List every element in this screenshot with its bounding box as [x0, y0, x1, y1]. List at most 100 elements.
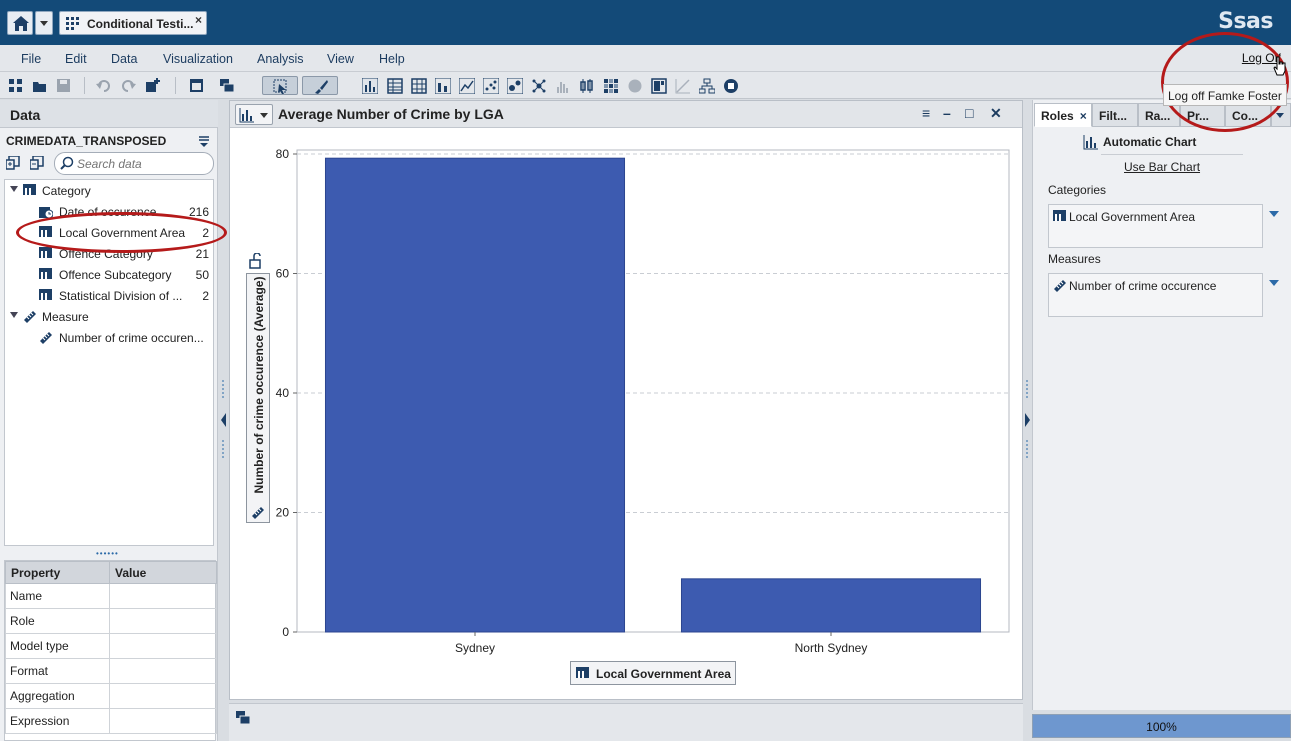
dataset-menu-icon[interactable] [198, 135, 210, 147]
menu-view[interactable]: View [327, 52, 354, 66]
tab-ranks[interactable]: Ra... [1138, 103, 1180, 127]
tree-item-local-government-area[interactable]: Local Government Area 2 [5, 222, 213, 243]
line-chart-button[interactable] [457, 76, 477, 95]
categories-drop-zone[interactable]: Local Government Area [1048, 204, 1263, 248]
insert-button[interactable] [143, 76, 163, 95]
layers-icon[interactable] [235, 710, 251, 726]
menu-help[interactable]: Help [379, 52, 405, 66]
menu-edit[interactable]: Edit [65, 52, 87, 66]
home-menu-dropdown[interactable] [35, 11, 53, 35]
network-button[interactable] [529, 76, 549, 95]
menu-data[interactable]: Data [111, 52, 137, 66]
histogram-button[interactable] [553, 76, 573, 95]
tree-item-statistical-division[interactable]: Statistical Division of ... 2 [5, 285, 213, 306]
data-pane-title: Data [0, 100, 218, 128]
more-tabs-button[interactable] [1271, 103, 1291, 127]
dataset-name[interactable]: CRIMEDATA_TRANSPOSED [6, 134, 166, 148]
auto-chart-button[interactable] [360, 76, 380, 95]
bar-chart-button[interactable] [433, 76, 453, 95]
search-input[interactable] [77, 155, 207, 172]
expand-triangle-icon[interactable] [10, 186, 18, 192]
tree-item-offence-subcategory[interactable]: Offence Subcategory 50 [5, 264, 213, 285]
x-tick-label: Sydney [455, 641, 495, 655]
close-icon[interactable]: × [1080, 109, 1087, 123]
undo-button[interactable] [94, 76, 114, 95]
forecast-icon [724, 79, 738, 93]
category-role-value: Local Government Area [1069, 210, 1196, 224]
right-pane-tabs: Roles × Filt... Ra... Pr... Co... [1033, 103, 1291, 127]
tab-filters[interactable]: Filt... [1092, 103, 1138, 127]
category-icon [39, 289, 52, 300]
divider [1101, 154, 1243, 155]
table-button[interactable] [385, 76, 405, 95]
property-name: Role [5, 608, 110, 634]
data-tree: Category Date of occurence 216 Local Gov… [4, 179, 214, 546]
treemap-button[interactable] [649, 76, 669, 95]
measure-icon [1054, 280, 1066, 292]
tree-folder-measure[interactable]: Measure [5, 306, 213, 327]
tab-properties[interactable]: Pr... [1180, 103, 1225, 127]
menu-visualization[interactable]: Visualization [163, 52, 233, 66]
unlock-axis-icon[interactable] [249, 253, 265, 269]
y-tick-label: 80 [276, 147, 290, 161]
tree-item-date-of-occurence[interactable]: Date of occurence 216 [5, 201, 213, 222]
heat-map-button[interactable] [601, 76, 621, 95]
categories-dropdown-icon[interactable] [1269, 211, 1279, 217]
open-icon [33, 82, 46, 92]
scatter-button[interactable] [481, 76, 501, 95]
tree-item-offence-category[interactable]: Offence Category 21 [5, 243, 213, 264]
expand-triangle-icon[interactable] [10, 312, 18, 318]
x-axis-role-box[interactable]: Local Government Area [570, 661, 736, 685]
box-plot-button[interactable] [577, 76, 597, 95]
open-button[interactable] [30, 76, 50, 95]
search-box [54, 152, 214, 175]
collapse-left-pane-handle[interactable] [219, 380, 228, 460]
menu-file[interactable]: File [21, 52, 41, 66]
collapse-right-pane-handle[interactable] [1023, 380, 1032, 460]
progress-text: 100% [1146, 720, 1177, 734]
pane-splitter[interactable]: •••••• [96, 549, 119, 558]
insert-icon [146, 78, 160, 92]
select-mode-button[interactable] [262, 76, 298, 95]
save-button[interactable] [54, 76, 74, 95]
table-row: Model type [5, 633, 217, 659]
measures-dropdown-icon[interactable] [1269, 280, 1279, 286]
forecast-button[interactable] [721, 76, 741, 95]
search-icon [60, 156, 74, 170]
redo-button[interactable] [119, 76, 139, 95]
close-tab-icon[interactable]: × [195, 13, 202, 27]
bubble-button[interactable] [505, 76, 525, 95]
correlation-button[interactable] [673, 76, 693, 95]
tab-label: Roles [1041, 109, 1074, 123]
tab-label: Filt... [1099, 109, 1127, 123]
decision-tree-button[interactable] [697, 76, 717, 95]
tree-folder-category[interactable]: Category [5, 180, 213, 201]
tree-item-number-of-crime[interactable]: Number of crime occuren... [5, 327, 213, 348]
layers-button[interactable] [217, 76, 237, 95]
report-tab[interactable]: Conditional Testi... × [59, 11, 207, 35]
collapse-all-icon[interactable] [30, 156, 44, 170]
crosstab-button[interactable] [409, 76, 429, 95]
property-name: Model type [5, 633, 110, 659]
property-name: Expression [5, 708, 110, 734]
heat-map-icon [604, 79, 618, 93]
decision-tree-icon [699, 78, 715, 94]
progress-bar: 100% [1032, 714, 1291, 738]
tree-label: Offence Subcategory [59, 268, 172, 282]
expand-all-icon[interactable] [6, 156, 20, 170]
menu-analysis[interactable]: Analysis [257, 52, 304, 66]
new-report-button[interactable] [6, 76, 26, 95]
hand-cursor-icon [1273, 56, 1286, 76]
bar-chart-icon [435, 78, 451, 94]
home-button[interactable] [7, 11, 33, 35]
brush-mode-button[interactable] [302, 76, 338, 95]
y-tick-label: 40 [276, 386, 290, 400]
geo-map-button[interactable] [625, 76, 645, 95]
tab-comments[interactable]: Co... [1225, 103, 1271, 127]
category-icon [39, 268, 52, 279]
maximize-button[interactable] [187, 76, 207, 95]
use-bar-chart-link[interactable]: Use Bar Chart [1124, 160, 1200, 174]
measures-drop-zone[interactable]: Number of crime occurence [1048, 273, 1263, 317]
y-axis-role-box[interactable]: Number of crime occurence (Average) [246, 273, 270, 523]
tab-roles[interactable]: Roles × [1034, 103, 1092, 127]
